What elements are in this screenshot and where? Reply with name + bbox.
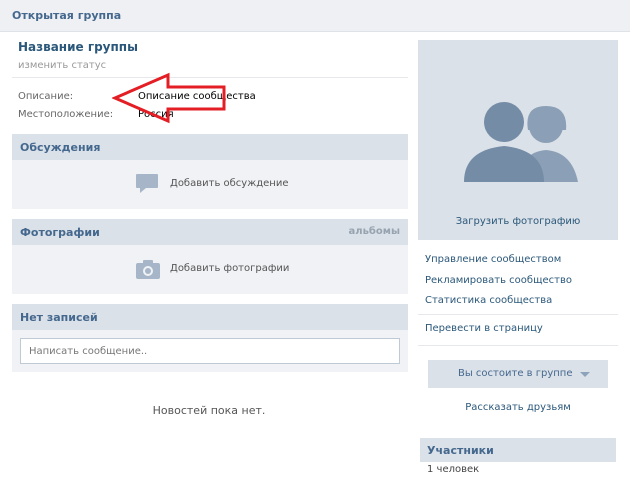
no-news-text: Новостей пока нет. [152,404,266,417]
info-label-location: Местоположение: [18,109,114,120]
community-avatar-icon [464,102,578,182]
members-count[interactable]: 1 человек [427,464,479,475]
sidebar: Загрузить фотографию Управление сообщест… [418,32,630,485]
info-label-description: Описание: [18,91,74,102]
page-title: Открытая группа [12,9,122,22]
group-page: Открытая группа Название группы изменить… [0,0,630,485]
main-column: Название группы изменить статус Описание… [0,32,418,485]
add-photos-button[interactable]: Добавить фотографии [12,259,408,279]
group-name: Название группы [18,40,138,54]
albums-link[interactable]: альбомы [349,226,400,237]
compose-placeholder: Написать сообщение.. [29,346,148,357]
discussions-block: Обсуждения Добавить обсуждение [12,134,408,209]
add-discussion-label: Добавить обсуждение [170,178,289,189]
membership-label: Вы состоите в группе [458,368,573,379]
community-stats-link[interactable]: Статистика сообщества [425,295,552,306]
camera-icon [136,259,160,282]
change-status-link[interactable]: изменить статус [18,60,106,71]
comment-icon [136,174,158,197]
discussions-header: Обсуждения [12,134,408,160]
upload-photo-area[interactable]: Загрузить фотографию [418,40,618,240]
add-photos-label: Добавить фотографии [170,263,290,274]
photos-header: Фотографии альбомы [12,219,408,245]
discussions-title: Обсуждения [20,141,101,154]
membership-dropdown-button[interactable]: Вы состоите в группе [428,360,608,388]
wall-header: Нет записей [12,304,408,330]
chevron-down-icon [580,372,590,377]
convert-to-page-link[interactable]: Перевести в страницу [425,323,543,334]
wall-title: Нет записей [20,311,98,324]
wall-block: Нет записей Написать сообщение.. [12,304,408,372]
photos-block: Фотографии альбомы Добавить фотографии [12,219,408,294]
tell-friends-link[interactable]: Рассказать друзьям [418,402,618,413]
divider [418,345,618,346]
photos-title: Фотографии [20,226,100,239]
members-header[interactable]: Участники [420,438,616,462]
add-discussion-button[interactable]: Добавить обсуждение [12,174,408,194]
advertise-community-link[interactable]: Рекламировать сообщество [425,275,572,286]
compose-message-input[interactable]: Написать сообщение.. [20,338,400,364]
annotation-arrow-icon [112,72,226,124]
members-title: Участники [427,444,494,457]
page-header: Открытая группа [0,0,630,32]
upload-photo-label: Загрузить фотографию [455,216,581,227]
divider [418,314,618,315]
manage-community-link[interactable]: Управление сообществом [425,254,561,265]
